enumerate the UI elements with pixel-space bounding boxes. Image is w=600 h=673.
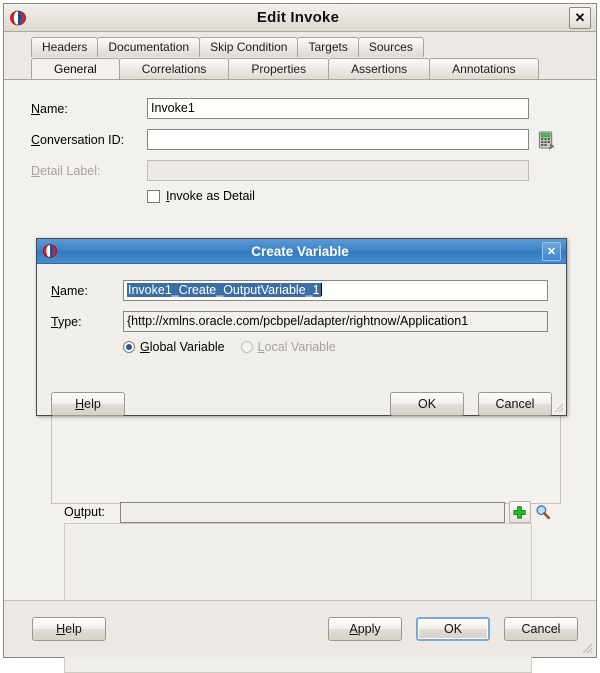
local-variable-radio: Local Variable: [241, 340, 352, 354]
variable-type-row: Type: {http://xmlns.oracle.com/pcbpel/ad…: [51, 311, 556, 332]
tab-row-primary: General Correlations Properties Assertio…: [4, 57, 596, 79]
variable-name-input[interactable]: Invoke1_Create_OutputVariable_1: [123, 280, 548, 301]
variable-name-value: Invoke1_Create_OutputVariable_1: [127, 283, 321, 297]
browse-variable-button[interactable]: [533, 501, 554, 523]
radio-dot-icon: [126, 344, 132, 350]
local-variable-label: Local Variable: [258, 340, 336, 354]
calculator-icon[interactable]: fx: [537, 130, 556, 150]
window-titlebar: Edit Invoke ✕: [4, 4, 596, 32]
green-plus-icon: [512, 505, 527, 520]
name-input[interactable]: Invoke1: [147, 98, 529, 119]
desktop-background: Edit Invoke ✕ Headers Documentation Skip…: [0, 0, 600, 661]
tab-headers[interactable]: Headers: [31, 37, 98, 57]
name-label: Name:: [31, 102, 147, 116]
variable-name-row: Name: Invoke1_Create_OutputVariable_1: [51, 280, 556, 301]
tab-correlations[interactable]: Correlations: [119, 58, 230, 79]
ok-button[interactable]: OK: [416, 617, 490, 641]
conversation-id-input[interactable]: [147, 129, 529, 150]
invoke-as-detail-checkbox[interactable]: [147, 190, 160, 203]
dialog-help-button[interactable]: Help: [51, 392, 125, 416]
tab-assertions[interactable]: Assertions: [328, 58, 430, 79]
global-variable-radio[interactable]: Global Variable: [123, 340, 241, 354]
variable-type-input[interactable]: {http://xmlns.oracle.com/pcbpel/adapter/…: [123, 311, 548, 332]
create-variable-dialog: Create Variable ✕ Name: Invoke1_Create_O…: [36, 238, 567, 416]
radio-local-icon: [241, 341, 253, 353]
magnifier-icon: [535, 504, 551, 520]
dialog-ok-button[interactable]: OK: [390, 392, 464, 416]
output-label: Output:: [64, 505, 120, 519]
radio-global-icon[interactable]: [123, 341, 135, 353]
oracle-jdeveloper-icon: [42, 243, 58, 259]
dialog-body: Name: Invoke1_Create_OutputVariable_1 Ty…: [37, 264, 566, 415]
text-caret: [321, 283, 322, 296]
page-title: Edit Invoke: [27, 9, 569, 26]
tab-general[interactable]: General: [31, 58, 120, 79]
oracle-jdeveloper-icon: [9, 9, 27, 27]
dialog-title: Create Variable: [58, 244, 542, 259]
resize-grip-icon[interactable]: [582, 643, 593, 654]
close-icon[interactable]: ✕: [569, 7, 591, 29]
svg-text:fx: fx: [549, 142, 554, 149]
variable-type-label: Type:: [51, 315, 123, 329]
output-input[interactable]: [120, 502, 505, 523]
conversation-id-label: Conversation ID:: [31, 133, 147, 147]
invoke-as-detail-label: Invoke as Detail: [166, 189, 255, 203]
detail-label-label: Detail Label:: [31, 164, 147, 178]
apply-button[interactable]: Apply: [328, 617, 402, 641]
tab-sources[interactable]: Sources: [358, 37, 424, 57]
dialog-close-icon[interactable]: ✕: [542, 242, 561, 261]
output-row: Output:: [64, 501, 554, 523]
detail-label-input: [147, 160, 529, 181]
tab-properties[interactable]: Properties: [228, 58, 329, 79]
tab-skip-condition[interactable]: Skip Condition: [199, 37, 298, 57]
tab-targets[interactable]: Targets: [297, 37, 358, 57]
invoke-as-detail-row[interactable]: Invoke as Detail: [147, 189, 255, 203]
tab-strip: Headers Documentation Skip Condition Tar…: [4, 32, 596, 79]
name-row: Name: Invoke1: [31, 98, 561, 119]
dialog-resize-grip-icon[interactable]: [554, 403, 564, 413]
add-variable-button[interactable]: [509, 501, 530, 523]
dialog-cancel-button[interactable]: Cancel: [478, 392, 552, 416]
conversation-id-row: Conversation ID: fx: [31, 129, 561, 150]
dialog-titlebar: Create Variable ✕: [37, 239, 566, 264]
tab-documentation[interactable]: Documentation: [97, 37, 200, 57]
variable-name-label: Name:: [51, 284, 123, 298]
help-button[interactable]: Help: [32, 617, 106, 641]
window-button-bar: Help Apply OK Cancel: [4, 600, 596, 657]
tab-row-secondary: Headers Documentation Skip Condition Tar…: [4, 36, 596, 57]
tab-annotations[interactable]: Annotations: [429, 58, 538, 79]
global-variable-label: Global Variable: [140, 340, 225, 354]
cancel-button[interactable]: Cancel: [504, 617, 578, 641]
variable-scope-radio-group: Global Variable Local Variable: [123, 340, 352, 354]
detail-label-row: Detail Label:: [31, 160, 561, 181]
